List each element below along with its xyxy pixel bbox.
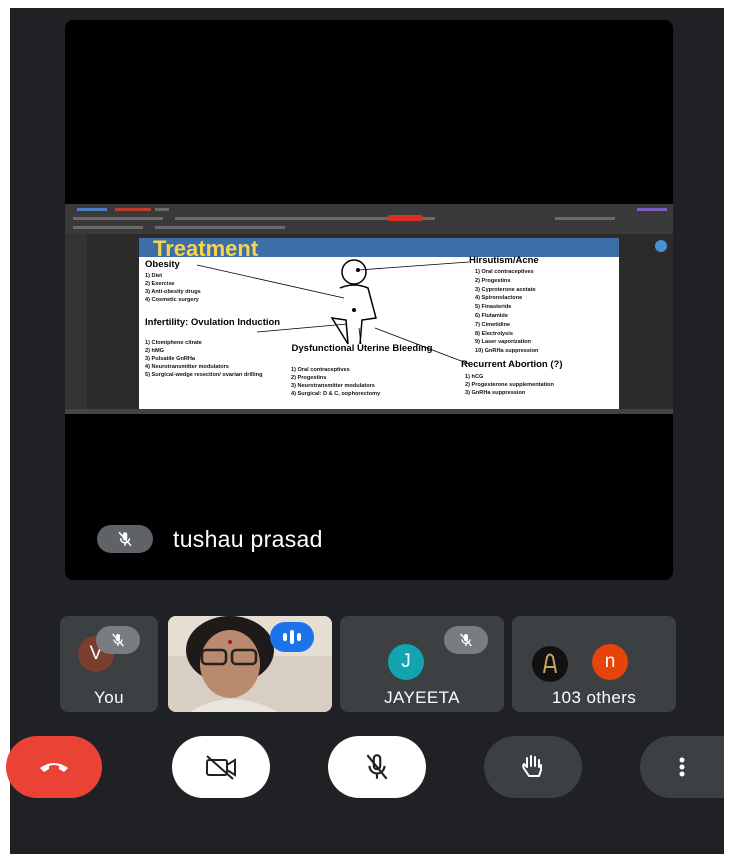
participant-tile-you[interactable]: V You: [60, 616, 158, 712]
participant-tile-jayeeta[interactable]: J JAYEETA: [340, 616, 504, 712]
participant-tile-others[interactable]: n 103 others: [512, 616, 676, 712]
meeting-screen: Treatment Obesity 1) Diet 2) Exercise 3)…: [6, 8, 724, 854]
slide: Treatment Obesity 1) Diet 2) Exercise 3)…: [139, 238, 619, 410]
participant-name: JAYEETA: [384, 688, 460, 707]
presenter-name: tushau prasad: [173, 525, 323, 552]
shared-screen: Treatment Obesity 1) Diet 2) Exercise 3)…: [65, 204, 673, 414]
mic-toggle-button[interactable]: [328, 736, 426, 798]
presenter-app-toolbar: [65, 204, 673, 234]
raise-hand-button[interactable]: [484, 736, 582, 798]
presenter-status-bar: [65, 409, 673, 414]
participant-tile-video[interactable]: [168, 616, 332, 712]
more-vertical-icon: [679, 757, 685, 777]
thumbnail-rail: [65, 234, 87, 409]
presenter-name-row: tushau prasad: [97, 525, 323, 553]
avatar-image: [532, 646, 568, 682]
mic-muted-icon: [96, 626, 140, 654]
presenter-tile[interactable]: Treatment Obesity 1) Diet 2) Exercise 3)…: [65, 20, 673, 580]
overlay-toggle-icon[interactable]: [655, 240, 667, 252]
camera-off-icon: [206, 755, 236, 780]
phone-hangup-icon: [40, 763, 68, 772]
camera-toggle-button[interactable]: [172, 736, 270, 798]
slide-arrows: [196, 261, 470, 365]
mic-off-icon: [366, 754, 388, 780]
avatar: J: [388, 644, 424, 680]
avatar: n: [592, 644, 628, 680]
mic-muted-icon: [97, 525, 153, 553]
speaking-indicator-icon: [270, 622, 314, 652]
participant-name: 103 others: [551, 688, 637, 707]
mic-muted-icon: [444, 626, 488, 654]
more-options-button[interactable]: [640, 736, 724, 798]
end-call-button[interactable]: [6, 736, 102, 798]
participant-name: You: [94, 688, 124, 707]
hand-icon: [522, 755, 542, 777]
